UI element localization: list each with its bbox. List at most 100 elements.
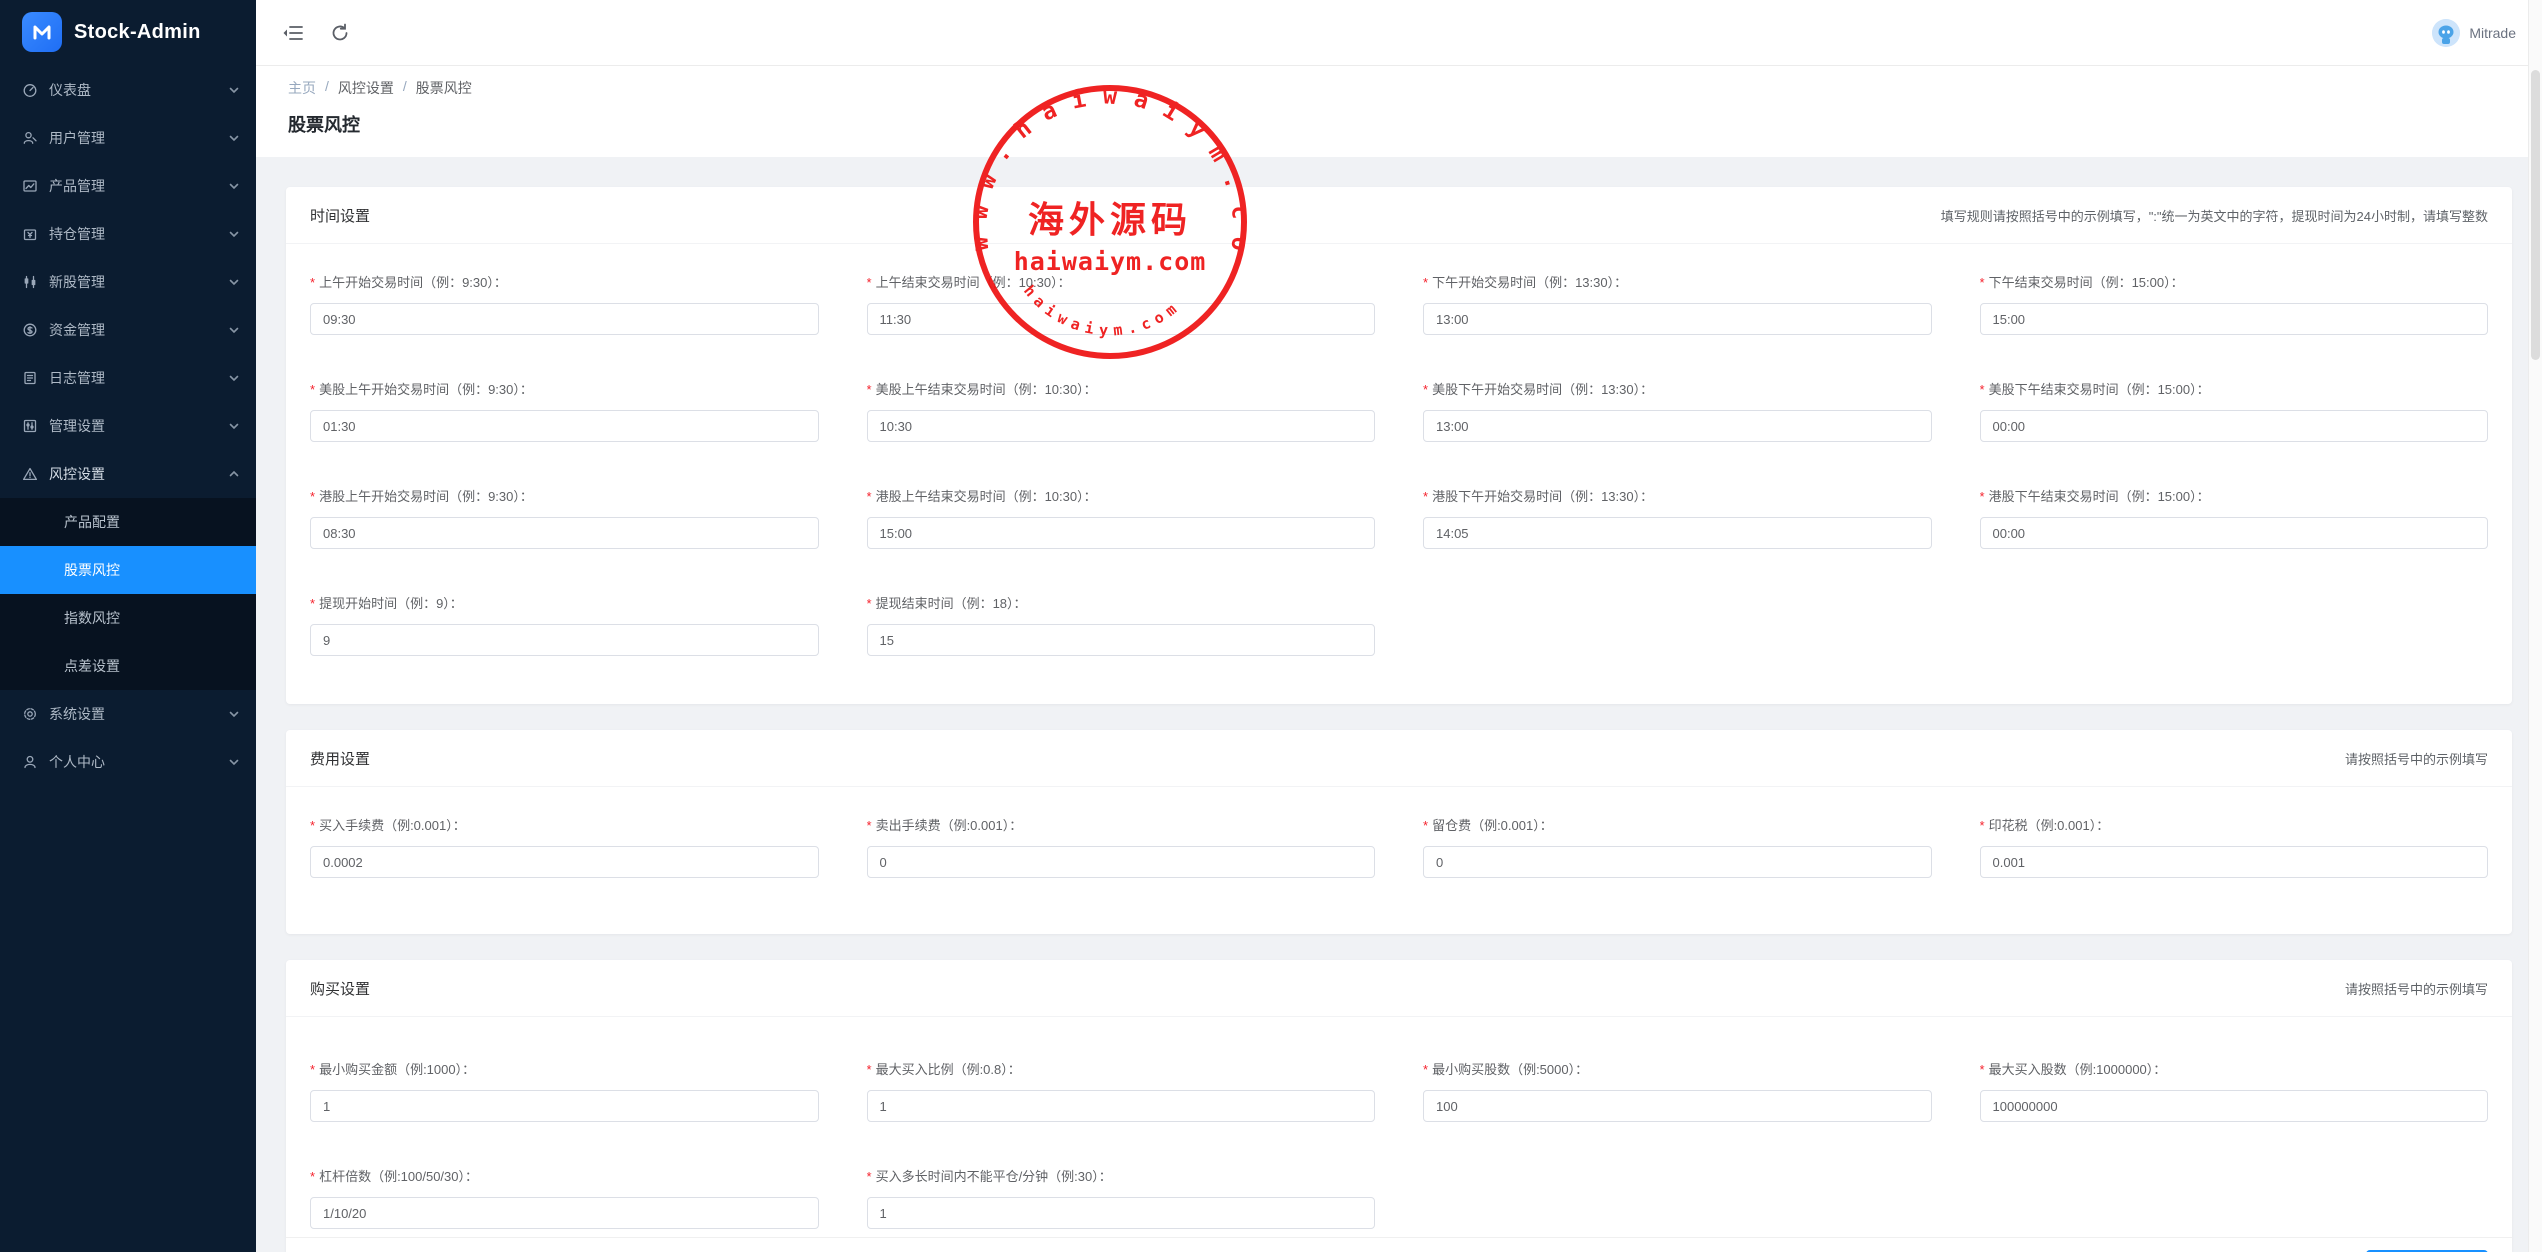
sidebar-item-label: 持仓管理 bbox=[49, 224, 105, 244]
user-menu[interactable]: Mitrade bbox=[2432, 19, 2516, 47]
dashboard-icon bbox=[22, 82, 38, 98]
sidebar-item-admin-settings[interactable]: 管理设置 bbox=[0, 402, 256, 450]
sidebar-item-label: 系统设置 bbox=[49, 704, 105, 724]
field-label-text: 上午开始交易时间（例：9:30）： bbox=[319, 275, 507, 290]
sidebar-subitem-spread-settings[interactable]: 点差设置 bbox=[0, 642, 256, 690]
section-title: 时间设置 bbox=[310, 205, 370, 226]
section-title: 购买设置 bbox=[310, 978, 370, 999]
user-avatar bbox=[2432, 19, 2460, 47]
field-input[interactable] bbox=[867, 1197, 1376, 1229]
field-input[interactable] bbox=[310, 410, 819, 442]
vertical-scrollbar[interactable] bbox=[2528, 0, 2542, 1252]
chevron-down-icon bbox=[228, 419, 240, 431]
required-marker: * bbox=[1980, 382, 1985, 397]
logo[interactable]: Stock-Admin bbox=[0, 0, 256, 64]
chevron-down-icon bbox=[228, 371, 240, 383]
field-input[interactable] bbox=[1423, 1090, 1932, 1122]
chevron-down-icon bbox=[228, 83, 240, 95]
sidebar-subitem-stock-risk[interactable]: 股票风控 bbox=[0, 546, 256, 594]
sidebar-item-label: 个人中心 bbox=[49, 752, 105, 772]
card-footer: 保存当前设置 bbox=[286, 1237, 2512, 1252]
card-header: 时间设置 填写规则请按照括号中的示例填写，":"统一为英文中的字符，提现时间为2… bbox=[286, 187, 2512, 244]
time-settings-card: 时间设置 填写规则请按照括号中的示例填写，":"统一为英文中的字符，提现时间为2… bbox=[286, 187, 2512, 704]
form-field: *买入手续费（例:0.001）： bbox=[310, 817, 819, 878]
section-note: 填写规则请按照括号中的示例填写，":"统一为英文中的字符，提现时间为24小时制，… bbox=[1941, 206, 2488, 225]
sidebar-item-positions[interactable]: 持仓管理 bbox=[0, 210, 256, 258]
form-field: *港股下午开始交易时间（例：13:30）： bbox=[1423, 488, 1932, 549]
chevron-down-icon bbox=[228, 227, 240, 239]
field-input[interactable] bbox=[867, 517, 1376, 549]
field-input[interactable] bbox=[1423, 846, 1932, 878]
section-note: 请按照括号中的示例填写 bbox=[2345, 979, 2488, 998]
field-label-text: 卖出手续费（例:0.001）： bbox=[876, 818, 1023, 833]
field-input[interactable] bbox=[310, 517, 819, 549]
sidebar-item-profile[interactable]: 个人中心 bbox=[0, 738, 256, 786]
required-marker: * bbox=[1980, 1062, 1985, 1077]
field-input[interactable] bbox=[867, 303, 1376, 335]
required-marker: * bbox=[867, 275, 872, 290]
field-input[interactable] bbox=[1423, 517, 1932, 549]
form-field: *印花税（例:0.001）： bbox=[1980, 817, 2489, 878]
card-body: *买入手续费（例:0.001）： *卖出手续费（例:0.001）： *留仓费（例… bbox=[286, 787, 2512, 934]
field-label-text: 最小购买金额（例:1000）： bbox=[319, 1062, 475, 1077]
refresh-icon[interactable] bbox=[330, 23, 352, 43]
field-label-text: 下午结束交易时间（例：15:00）： bbox=[1989, 275, 2184, 290]
system-settings-icon bbox=[22, 706, 38, 722]
breadcrumb-risk-settings[interactable]: 风控设置 bbox=[338, 78, 394, 98]
field-input[interactable] bbox=[1980, 303, 2489, 335]
sidebar-fold-icon[interactable] bbox=[282, 23, 304, 43]
field-label-text: 买入多长时间内不能平仓/分钟（例:30）： bbox=[876, 1169, 1112, 1184]
field-label-text: 美股上午结束交易时间（例：10:30）： bbox=[876, 382, 1097, 397]
sidebar-item-risk-settings[interactable]: 风控设置 bbox=[0, 450, 256, 498]
sidebar-item-new-stock[interactable]: 新股管理 bbox=[0, 258, 256, 306]
form-field: *最小购买金额（例:1000）： bbox=[310, 1061, 819, 1122]
form-field: *下午结束交易时间（例：15:00）： bbox=[1980, 274, 2489, 335]
field-input[interactable] bbox=[310, 846, 819, 878]
sidebar-item-logs[interactable]: 日志管理 bbox=[0, 354, 256, 402]
required-marker: * bbox=[310, 382, 315, 397]
sidebar-subitem-product-config[interactable]: 产品配置 bbox=[0, 498, 256, 546]
field-input[interactable] bbox=[1980, 846, 2489, 878]
sidebar-item-users[interactable]: 用户管理 bbox=[0, 114, 256, 162]
sidebar-item-funds[interactable]: 资金管理 bbox=[0, 306, 256, 354]
sidebar-item-products[interactable]: 产品管理 bbox=[0, 162, 256, 210]
field-input[interactable] bbox=[310, 1197, 819, 1229]
breadcrumb-current: 股票风控 bbox=[416, 78, 472, 98]
field-input[interactable] bbox=[867, 846, 1376, 878]
field-input[interactable] bbox=[310, 303, 819, 335]
products-icon bbox=[22, 178, 38, 194]
breadcrumb-home[interactable]: 主页 bbox=[288, 78, 316, 98]
field-input[interactable] bbox=[1980, 517, 2489, 549]
field-input[interactable] bbox=[867, 410, 1376, 442]
field-input[interactable] bbox=[867, 1090, 1376, 1122]
required-marker: * bbox=[867, 1062, 872, 1077]
form-field: *买入多长时间内不能平仓/分钟（例:30）： bbox=[867, 1168, 1376, 1229]
sidebar-item-label: 新股管理 bbox=[49, 272, 105, 292]
sidebar-item-label: 产品管理 bbox=[49, 176, 105, 196]
field-input[interactable] bbox=[310, 624, 819, 656]
sidebar-item-system-settings[interactable]: 系统设置 bbox=[0, 690, 256, 738]
chevron-up-icon bbox=[228, 469, 240, 481]
app-root: Stock-Admin 仪表盘 用户管理 产品管理 持仓管理 bbox=[0, 0, 2542, 1252]
sidebar-subitem-index-risk[interactable]: 指数风控 bbox=[0, 594, 256, 642]
scrollbar-thumb[interactable] bbox=[2531, 70, 2540, 360]
buy-settings-card: 购买设置 请按照括号中的示例填写 *最小购买金额（例:1000）： *最大买入比… bbox=[286, 960, 2512, 1252]
sidebar-item-label: 管理设置 bbox=[49, 416, 105, 436]
app-title: Stock-Admin bbox=[74, 21, 201, 44]
field-label-text: 留仓费（例:0.001）： bbox=[1432, 818, 1553, 833]
field-input[interactable] bbox=[1980, 410, 2489, 442]
form-field: *美股上午结束交易时间（例：10:30）： bbox=[867, 381, 1376, 442]
card-header: 费用设置 请按照括号中的示例填写 bbox=[286, 730, 2512, 787]
required-marker: * bbox=[310, 818, 315, 833]
required-marker: * bbox=[310, 1169, 315, 1184]
field-input[interactable] bbox=[310, 1090, 819, 1122]
sidebar-item-dashboard[interactable]: 仪表盘 bbox=[0, 66, 256, 114]
funds-icon bbox=[22, 322, 38, 338]
new-stock-icon bbox=[22, 274, 38, 290]
field-input[interactable] bbox=[1423, 303, 1932, 335]
field-input[interactable] bbox=[1980, 1090, 2489, 1122]
field-input[interactable] bbox=[867, 624, 1376, 656]
required-marker: * bbox=[867, 489, 872, 504]
field-input[interactable] bbox=[1423, 410, 1932, 442]
sidebar-item-label: 日志管理 bbox=[49, 368, 105, 388]
